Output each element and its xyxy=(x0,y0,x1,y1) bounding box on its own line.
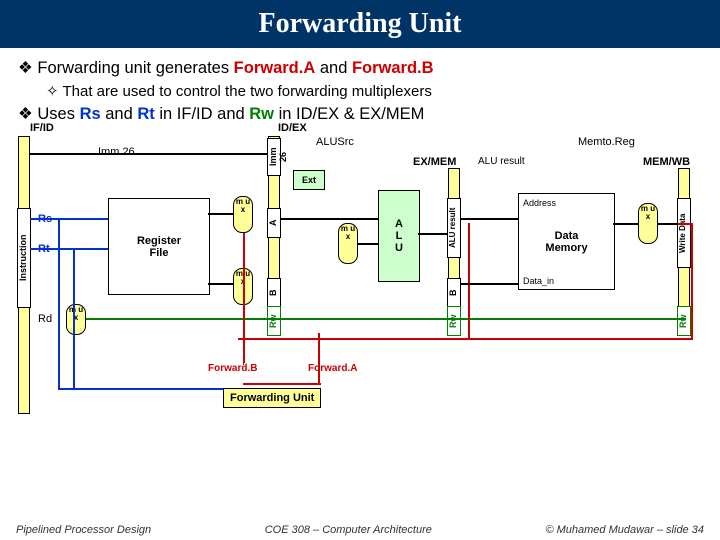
lbl-ifid: IF/ID xyxy=(30,122,54,134)
wire-fwdA-h2 xyxy=(243,383,321,385)
lbl-rw-idex: Rw xyxy=(267,306,281,336)
wire-exmem-data xyxy=(460,283,518,285)
register-file: Register File xyxy=(108,198,210,295)
mux-alusrc: m u x xyxy=(338,223,358,264)
lbl-writedata: Write Data xyxy=(677,198,691,268)
footer-left: Pipelined Processor Design xyxy=(16,524,151,536)
forwarding-unit: Forwarding Unit xyxy=(223,388,321,408)
wire-rs xyxy=(30,218,108,220)
lbl-datain: Data_in xyxy=(523,276,554,286)
bullet-list: Forwarding unit generates Forward.A and … xyxy=(0,48,720,124)
mux-rd: m u x xyxy=(66,304,86,335)
lbl-fwdB: Forward.B xyxy=(208,363,257,374)
wire-fwdA-v xyxy=(318,333,320,383)
wire-B-to-alu xyxy=(358,243,378,245)
lbl-A: A xyxy=(267,208,281,238)
wire-fwdB-h xyxy=(243,363,244,365)
lbl-aluresult-v: ALU result xyxy=(447,198,461,258)
wire-mem-out xyxy=(613,223,638,225)
lbl-memwb: MEM/WB xyxy=(643,156,690,168)
lbl-instruction: Instruction xyxy=(17,208,31,308)
wire-regB-out xyxy=(208,283,233,285)
wire-rw xyxy=(86,318,686,320)
wire-feedback-exmem xyxy=(468,223,470,340)
wire-regA-out xyxy=(208,213,233,215)
wire-rsrt-to-fu xyxy=(58,388,223,390)
wire-alu-out xyxy=(418,233,448,235)
lbl-imm26v: Imm 26 xyxy=(267,138,281,176)
lbl-alusrc: ALUSrc xyxy=(316,136,354,148)
footer: Pipelined Processor Design COE 308 – Com… xyxy=(0,524,720,536)
alu-block: A L U xyxy=(378,190,420,282)
mux-memtoreg: m u x xyxy=(638,203,658,244)
wire-fwdB xyxy=(243,233,245,363)
pipeline-diagram: IF/ID ID/EX EX/MEM MEM/WB Instruction Im… xyxy=(18,128,702,438)
lbl-memtoreg: Memto.Reg xyxy=(578,136,635,148)
wire-exmem-addr xyxy=(460,218,518,220)
lbl-aluresult2: ALU result xyxy=(478,156,525,167)
wire-mux-out xyxy=(658,223,678,225)
footer-right: © Muhamed Mudawar – slide 34 xyxy=(545,524,704,536)
bullet-1: Forwarding unit generates Forward.A and … xyxy=(18,58,702,78)
lbl-exmem: EX/MEM xyxy=(413,156,456,168)
wire-rt xyxy=(30,248,108,250)
lbl-rd: Rd xyxy=(38,313,52,325)
footer-center: COE 308 – Computer Architecture xyxy=(265,524,432,536)
wire-A-to-alu xyxy=(280,218,378,220)
lbl-imm26: Imm 26 xyxy=(98,146,135,158)
bullet-2: Uses Rs and Rt in IF/ID and Rw in ID/EX … xyxy=(18,104,702,124)
lbl-rw-exmem: Rw xyxy=(447,306,461,336)
mux-a: m u x xyxy=(233,196,253,233)
lbl-B: B xyxy=(267,278,281,308)
ext-block: Ext xyxy=(293,170,325,190)
lbl-idex: ID/EX xyxy=(278,122,307,134)
bullet-1-sub: That are used to control the two forward… xyxy=(46,82,702,100)
wire-rs-down xyxy=(58,218,60,388)
wire-rt-down xyxy=(73,248,75,390)
wire-feedback-memwb xyxy=(691,223,693,340)
wire-imm xyxy=(30,153,268,155)
lbl-rw-memwb: Rw xyxy=(677,306,691,336)
slide-title: Forwarding Unit xyxy=(0,0,720,48)
lbl-B2: B xyxy=(447,278,461,308)
lbl-fwdA: Forward.A xyxy=(308,363,357,374)
lbl-address: Address xyxy=(523,198,556,208)
wire-feedback-bot xyxy=(238,338,693,340)
